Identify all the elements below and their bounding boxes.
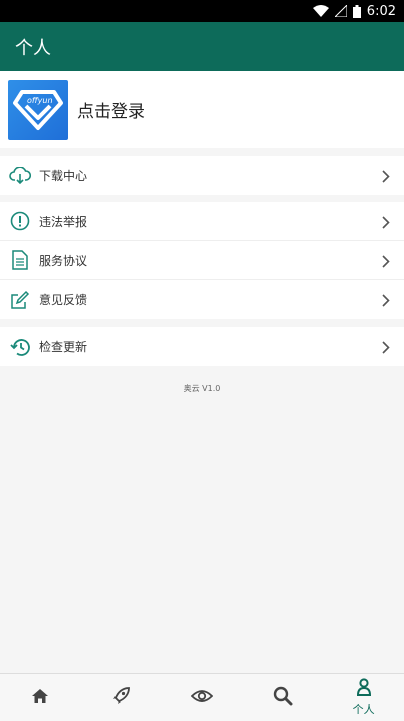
nav-label: 个人 (352, 703, 375, 716)
bottom-nav: 个人 (0, 673, 404, 721)
menu-group-download: 下载中心 (0, 156, 404, 195)
wifi-icon (312, 5, 329, 17)
edit-icon (9, 289, 31, 311)
status-bar: 6:02 (0, 0, 404, 22)
profile-header[interactable]: offyun 点击登录 (0, 71, 404, 148)
menu-item-report[interactable]: 违法举报 (0, 202, 404, 241)
login-link[interactable]: 点击登录 (77, 97, 145, 122)
menu-group-info: 违法举报 服务协议 意见反馈 (0, 202, 404, 319)
menu-item-label: 违法举报 (39, 214, 88, 229)
chevron-right-icon (382, 292, 390, 311)
search-icon (273, 686, 293, 710)
chevron-right-icon (382, 253, 390, 272)
nav-discover[interactable] (88, 675, 154, 721)
document-icon (9, 249, 31, 271)
home-icon (31, 688, 49, 708)
rocket-icon (111, 686, 131, 710)
menu-item-label: 意见反馈 (39, 293, 88, 307)
person-icon (356, 678, 372, 700)
version-text: 奥云 V1.0 (183, 384, 221, 393)
menu-item-check-update[interactable]: 检查更新 (0, 327, 404, 366)
menu-item-label: 检查更新 (39, 340, 88, 354)
diamond-logo-icon: offyun (13, 89, 63, 130)
menu-item-service-agreement[interactable]: 服务协议 (0, 241, 404, 280)
nav-home[interactable] (7, 675, 73, 721)
chevron-right-icon (382, 339, 390, 358)
chevron-right-icon (382, 168, 390, 187)
nav-profile[interactable]: 个人 (331, 675, 397, 721)
app-bar: 个人 (0, 22, 404, 71)
menu-item-label: 服务协议 (39, 253, 88, 268)
alert-icon (9, 210, 31, 232)
avatar-text: offyun (27, 96, 53, 105)
menu-group-update: 检查更新 (0, 327, 404, 366)
status-time: 6:02 (366, 3, 396, 19)
signal-icon (334, 5, 347, 17)
page-title: 个人 (15, 37, 51, 59)
history-icon (9, 336, 31, 358)
avatar[interactable]: offyun (8, 79, 68, 140)
menu-item-feedback[interactable]: 意见反馈 (0, 280, 404, 319)
menu-item-label: 下载中心 (39, 169, 88, 183)
menu-item-download-center[interactable]: 下载中心 (0, 156, 404, 195)
chevron-right-icon (382, 214, 390, 233)
battery-icon (352, 4, 361, 18)
nav-search[interactable] (250, 675, 316, 721)
eye-icon (190, 688, 214, 707)
cloud-download-icon (9, 165, 31, 187)
nav-watch[interactable] (169, 675, 235, 721)
